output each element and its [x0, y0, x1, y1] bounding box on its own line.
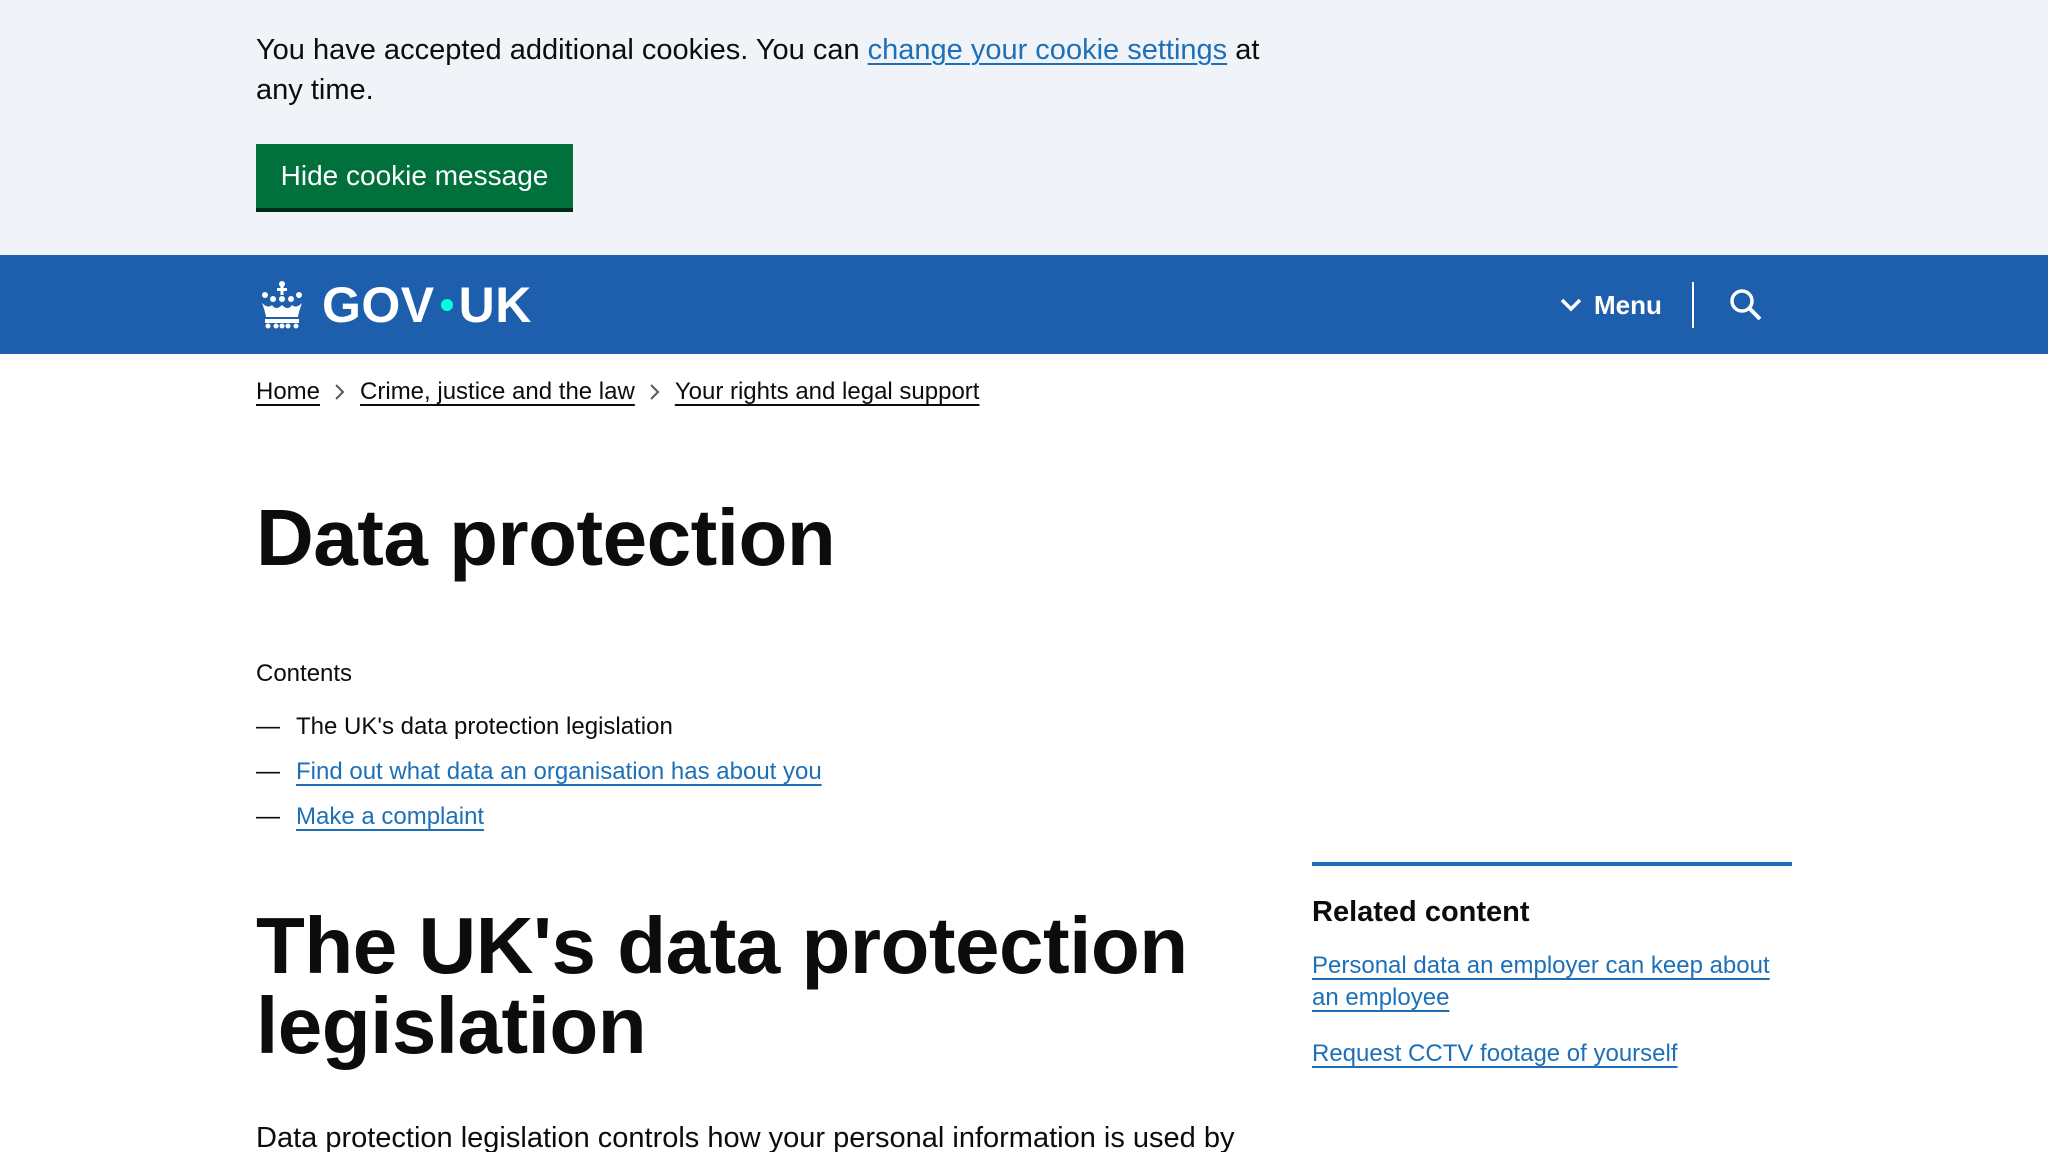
chevron-down-icon	[1560, 298, 1582, 312]
contents-item-current: The UK's data protection legislation	[296, 712, 673, 740]
breadcrumb-home[interactable]: Home	[256, 374, 320, 410]
contents-dash: —	[256, 712, 280, 740]
contents-list: — The UK's data protection legislation —…	[256, 704, 822, 839]
body-paragraph: Data protection legislation controls how…	[256, 1122, 1235, 1152]
search-button[interactable]	[1726, 283, 1766, 327]
contents-item: — The UK's data protection legislation	[256, 704, 822, 749]
hide-cookie-message-button[interactable]: Hide cookie message	[256, 144, 573, 208]
contents-link-make-complaint[interactable]: Make a complaint	[296, 799, 484, 835]
related-content: Related content Personal data an employe…	[1312, 862, 1792, 1094]
cookie-settings-link[interactable]: change your cookie settings	[868, 34, 1228, 66]
logo-text-uk: UK	[458, 277, 532, 333]
menu-button[interactable]: Menu	[1560, 283, 1662, 327]
cookie-text-before: You have accepted additional cookies. Yo…	[256, 34, 868, 66]
govuk-logo[interactable]: GOV UK	[256, 277, 532, 333]
chevron-right-icon	[320, 383, 360, 401]
cookie-message: You have accepted additional cookies. Yo…	[256, 30, 1286, 110]
contents-item: — Make a complaint	[256, 794, 822, 839]
related-content-title: Related content	[1312, 896, 1530, 928]
menu-label: Menu	[1594, 289, 1662, 320]
breadcrumb: Home Crime, justice and the law Your rig…	[256, 374, 979, 410]
chevron-right-icon	[635, 383, 675, 401]
contents-item: — Find out what data an organisation has…	[256, 749, 822, 794]
contents-label: Contents	[256, 660, 353, 687]
search-icon	[1730, 289, 1762, 321]
breadcrumb-rights-legal-support[interactable]: Your rights and legal support	[675, 374, 980, 410]
contents-dash: —	[256, 757, 280, 785]
logo-text: GOV UK	[322, 276, 532, 334]
section-heading: The UK's data protection legislation	[256, 901, 1188, 1070]
contents-link-find-out-data[interactable]: Find out what data an organisation has a…	[296, 754, 822, 790]
logo-text-gov: GOV	[322, 277, 435, 333]
related-link-employer-data[interactable]: Personal data an employer can keep about…	[1312, 950, 1792, 1014]
header-divider	[1692, 282, 1694, 328]
crown-icon	[262, 281, 302, 329]
cookie-banner: You have accepted additional cookies. Yo…	[0, 0, 2048, 255]
breadcrumb-crime-justice[interactable]: Crime, justice and the law	[360, 374, 635, 410]
contents-dash: —	[256, 802, 280, 830]
site-header: GOV UK Menu	[0, 255, 2048, 354]
page-title: Data protection	[256, 493, 836, 582]
logo-dot	[440, 299, 453, 311]
related-link-cctv-footage[interactable]: Request CCTV footage of yourself	[1312, 1038, 1792, 1070]
